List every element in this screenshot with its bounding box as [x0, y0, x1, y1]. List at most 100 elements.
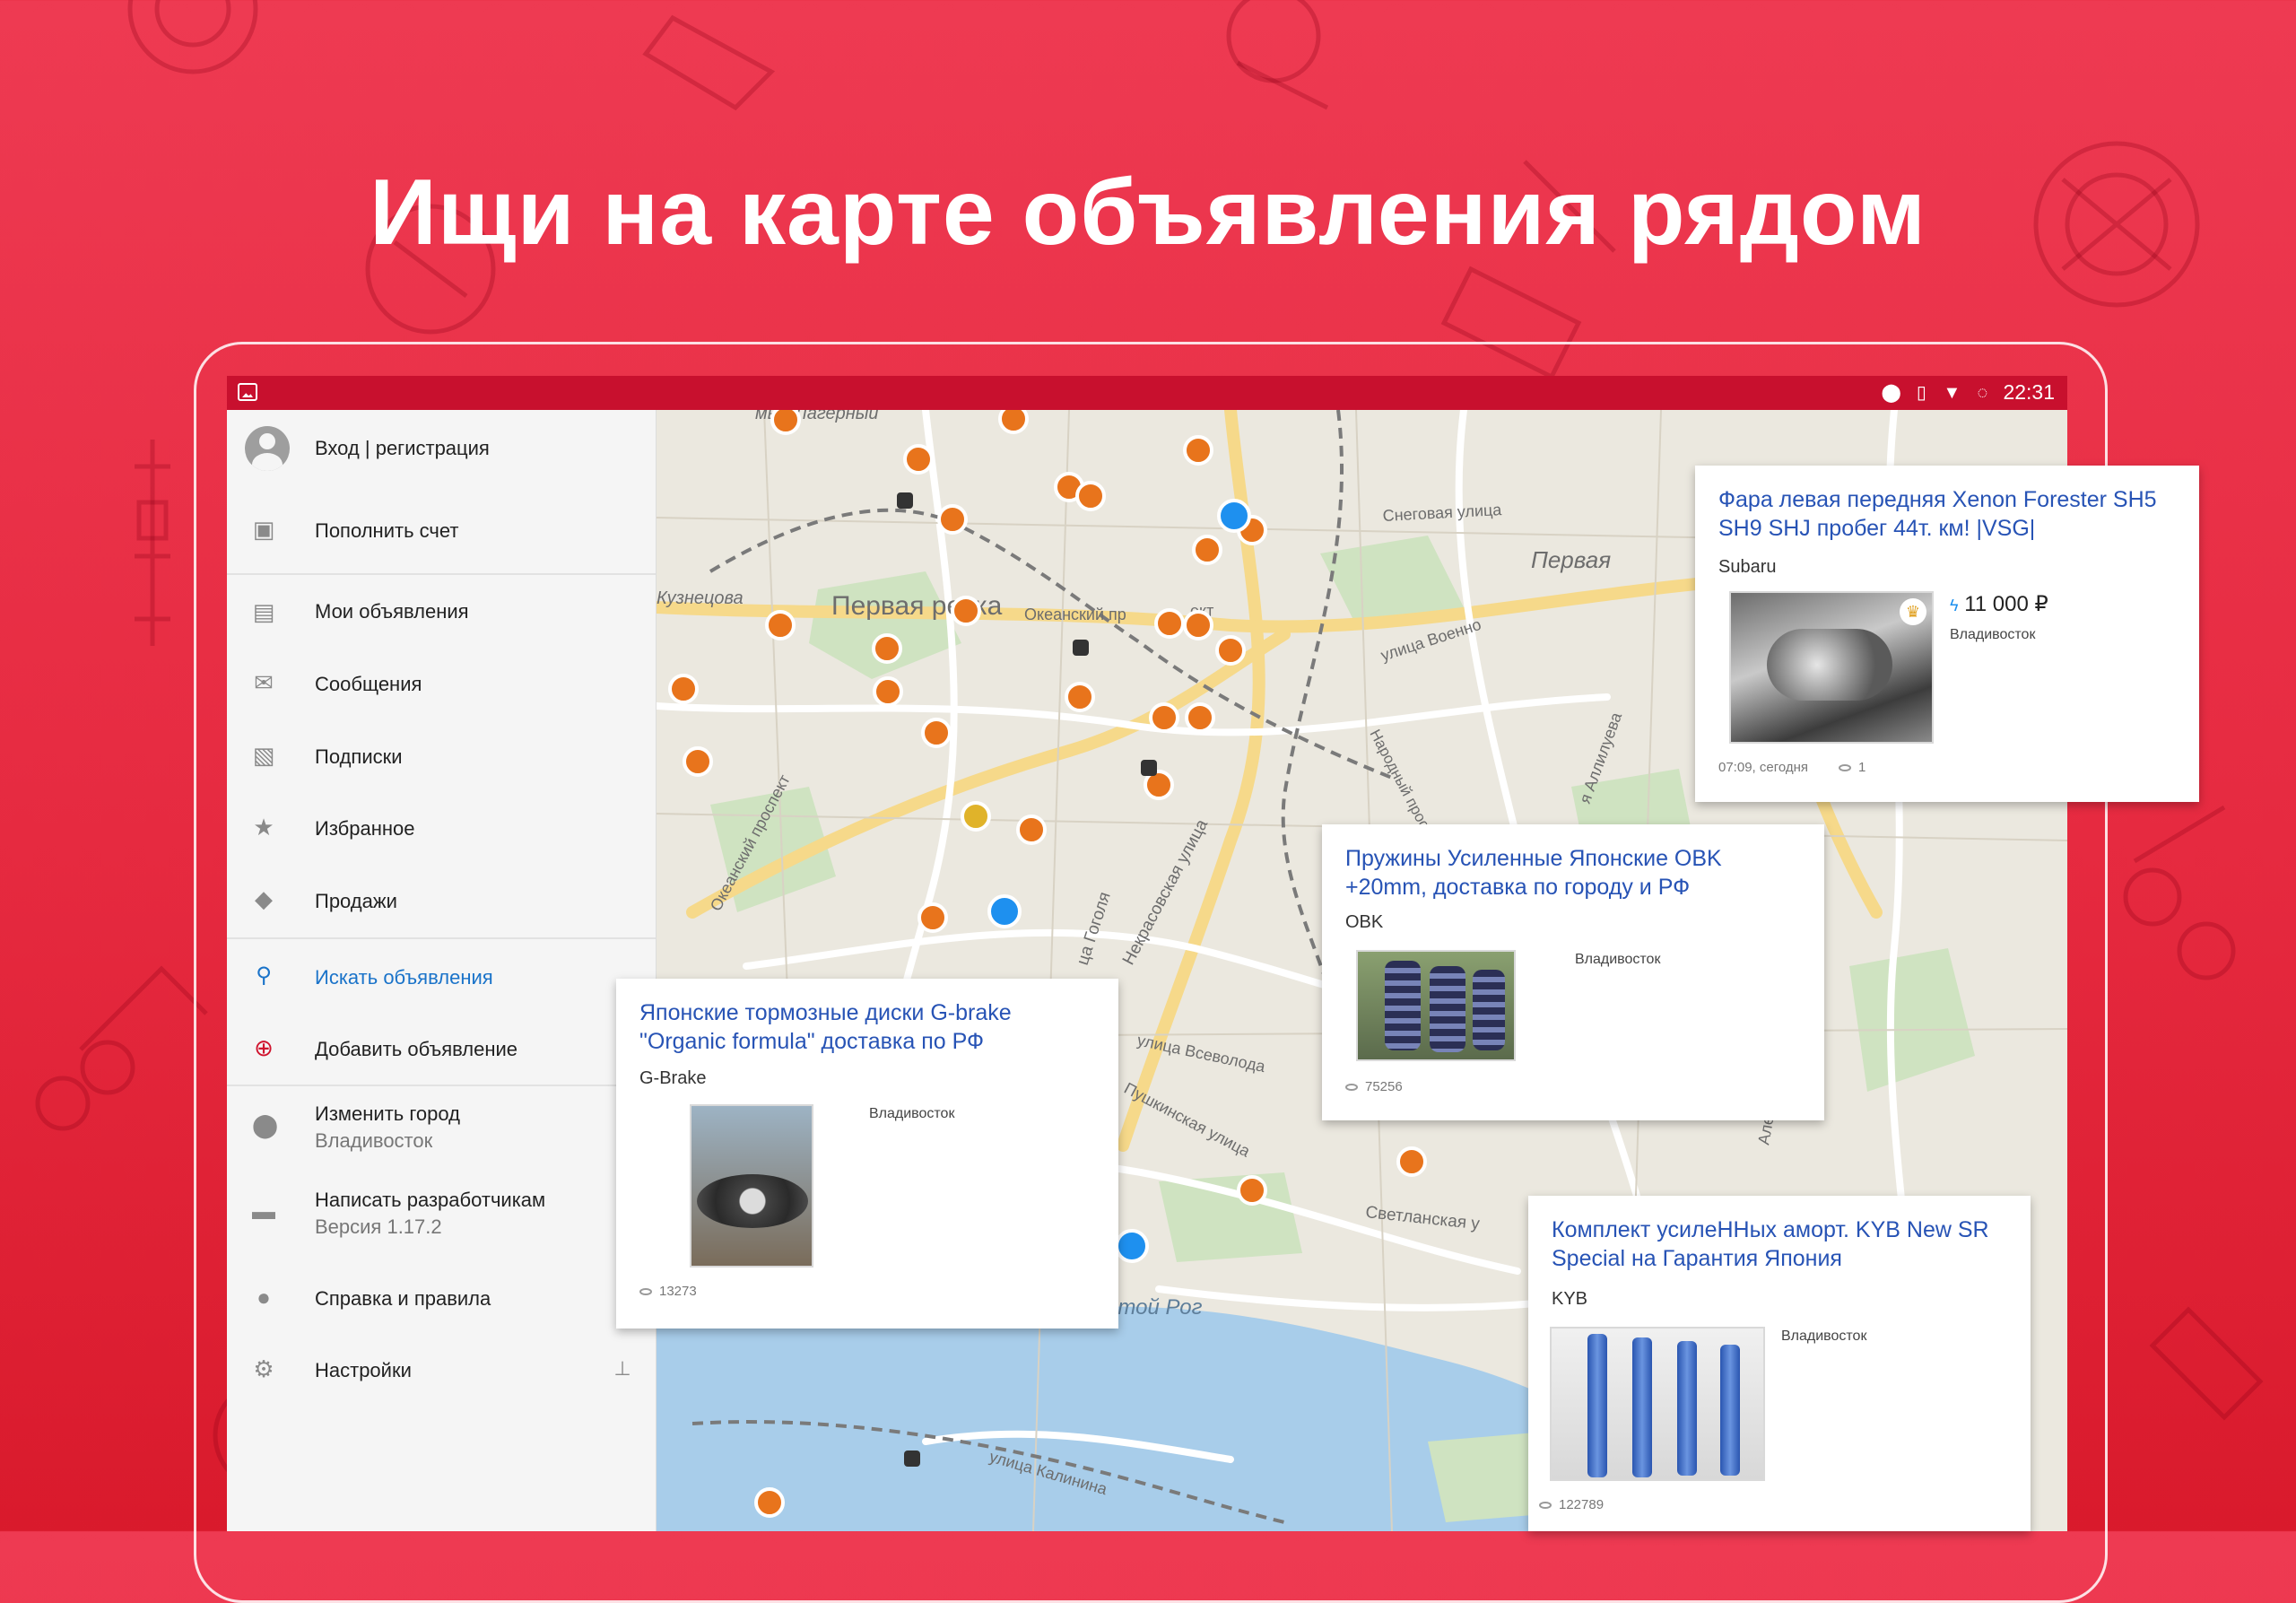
listing-views: 1	[1839, 760, 1866, 775]
help-icon: ●	[257, 1284, 271, 1311]
drawer-item-label: Искать объявления	[315, 966, 493, 989]
drawer-item-label: Написать разработчикам	[315, 1189, 546, 1211]
drawer-item-favorites[interactable]: ★ Избранное	[227, 790, 656, 862]
drawer-item-settings[interactable]: ⚙ Настройки ⊥	[227, 1332, 656, 1404]
listing-photo[interactable]	[1356, 950, 1516, 1061]
wifi-icon: ▼	[1943, 382, 1961, 403]
pin-icon[interactable]: ⊥	[611, 1357, 634, 1381]
eye-icon	[639, 1288, 652, 1296]
feedback-icon: ▬	[252, 1198, 275, 1224]
listing-city: Владивосток	[1781, 1329, 1867, 1344]
listing-views: 75256	[1345, 1079, 1403, 1094]
ad-marker[interactable]	[1396, 1146, 1427, 1177]
drawer-item-topup[interactable]: ▣ Пополнить счет	[227, 491, 656, 570]
map-label: Кузнецова	[657, 588, 744, 608]
ad-marker[interactable]	[1215, 635, 1246, 666]
listing-title[interactable]: Комплект усилеННых аморт. KYB New SR Spe…	[1552, 1215, 2018, 1273]
ad-marker[interactable]	[872, 633, 902, 664]
selected-ad-marker[interactable]	[1217, 499, 1251, 533]
lightning-icon: ϟ	[1950, 597, 1959, 614]
current-city: Владивосток	[315, 1129, 433, 1152]
mail-icon: ✉	[254, 669, 274, 696]
ad-marker[interactable]	[1154, 608, 1185, 639]
listing-card[interactable]: Комплект усилеННых аморт. KYB New SR Spe…	[1528, 1196, 2031, 1531]
crown-badge-icon: ♛	[1900, 598, 1926, 625]
ad-marker[interactable]	[765, 610, 796, 640]
ad-marker[interactable]	[1075, 481, 1106, 511]
drawer-item-sales[interactable]: ◆ Продажи	[227, 862, 656, 934]
sync-icon: ◌	[1977, 382, 1988, 403]
ad-marker[interactable]	[951, 596, 981, 626]
drawer-item-label: Пополнить счет	[315, 519, 459, 542]
listing-city: Владивосток	[1950, 627, 2036, 642]
drawer-account-label: Вход | регистрация	[315, 437, 490, 459]
drawer-item-label: Подписки	[315, 745, 403, 768]
ad-marker[interactable]	[1065, 682, 1095, 712]
map-label: Океанский пр	[1024, 605, 1126, 623]
ad-marker[interactable]	[683, 746, 713, 777]
drawer-item-label: Добавить объявление	[315, 1038, 518, 1060]
ad-marker[interactable]	[921, 718, 952, 748]
listing-title[interactable]: Японские тормозные диски G-brake "Organi…	[639, 998, 1097, 1056]
listing-brand: Subaru	[1718, 557, 1777, 577]
drawer-item-my-ads[interactable]: ▤ Мои объявления	[227, 575, 656, 647]
listing-brand: G-Brake	[639, 1068, 707, 1088]
map-label: Первая	[1531, 546, 1611, 573]
listing-photo[interactable]	[1550, 1327, 1765, 1481]
drawer-item-label: Настройки	[315, 1359, 412, 1381]
ad-marker[interactable]	[668, 674, 699, 704]
clipboard-icon: ▤	[252, 598, 275, 625]
gear-icon: ⚙	[253, 1355, 274, 1382]
ad-marker[interactable]	[754, 1487, 785, 1518]
selected-ad-marker[interactable]	[987, 894, 1022, 928]
drawer-item-label: Продажи	[315, 890, 397, 912]
ad-marker[interactable]	[1149, 702, 1179, 733]
ad-marker[interactable]	[1016, 815, 1047, 845]
listing-city: Владивосток	[869, 1106, 955, 1121]
subscription-icon: ▧	[252, 742, 275, 769]
ad-marker[interactable]	[903, 444, 934, 475]
listing-photo[interactable]: ♛	[1729, 591, 1934, 744]
navigation-drawer: Вход | регистрация ▣ Пополнить счет ▤ Мо…	[227, 410, 657, 1531]
listing-card[interactable]: Фара левая передняя Xenon Forester SH5 S…	[1695, 466, 2199, 802]
listing-time: 07:09, сегодня	[1718, 760, 1809, 775]
listing-price: ϟ 11 000 ₽	[1950, 592, 2048, 616]
listing-title[interactable]: Фара левая передняя Xenon Forester SH5 S…	[1718, 485, 2185, 543]
ad-marker[interactable]	[918, 902, 948, 933]
drawer-item-label: Мои объявления	[315, 600, 469, 623]
location-icon: ⬤	[1881, 382, 1901, 403]
eye-icon	[1839, 764, 1851, 772]
ad-marker[interactable]	[1185, 702, 1215, 733]
ad-marker[interactable]	[1237, 1175, 1267, 1206]
listing-title[interactable]: Пружины Усиленные Японские OBK +20mm, до…	[1345, 844, 1803, 902]
ad-marker[interactable]	[1192, 535, 1222, 565]
drawer-item-change-city[interactable]: ⬤ Изменить город Владивосток	[227, 1086, 656, 1167]
drawer-item-label: Избранное	[315, 817, 415, 840]
listing-views: 13273	[639, 1284, 697, 1299]
listing-card[interactable]: Японские тормозные диски G-brake "Organi…	[616, 979, 1118, 1329]
gallery-notification-icon	[238, 383, 257, 401]
drawer-item-search[interactable]: ⚲ Искать объявления	[227, 939, 656, 1011]
listing-views: 122789	[1539, 1497, 1604, 1512]
drawer-item-feedback[interactable]: ▬ Написать разработчикам Версия 1.17.2	[227, 1172, 656, 1259]
listing-card[interactable]: Пружины Усиленные Японские OBK +20mm, до…	[1322, 824, 1824, 1120]
drawer-item-help[interactable]: ● Справка и правила	[227, 1260, 656, 1332]
drawer-item-add-ad[interactable]: ⊕ Добавить объявление	[227, 1011, 656, 1083]
train-station-icon	[904, 1451, 920, 1467]
ad-marker[interactable]	[1183, 610, 1213, 640]
drawer-item-label: Справка и правила	[315, 1287, 491, 1310]
promo-headline: Ищи на карте объявления рядом	[370, 161, 1926, 265]
drawer-item-messages[interactable]: ✉ Сообщения	[227, 647, 656, 719]
ad-marker[interactable]	[873, 676, 903, 707]
ad-marker[interactable]	[961, 801, 991, 832]
train-station-icon	[1141, 760, 1157, 776]
drawer-item-subscriptions[interactable]: ▧ Подписки	[227, 719, 656, 790]
listing-photo[interactable]	[690, 1104, 813, 1268]
drawer-account-login[interactable]: Вход | регистрация	[227, 410, 656, 491]
ad-marker[interactable]	[770, 405, 801, 435]
ad-marker[interactable]	[998, 404, 1029, 434]
ad-marker[interactable]	[1183, 435, 1213, 466]
vibrate-icon: ▯	[1916, 382, 1926, 403]
selected-ad-marker[interactable]	[1115, 1229, 1149, 1263]
ad-marker[interactable]	[937, 504, 968, 535]
